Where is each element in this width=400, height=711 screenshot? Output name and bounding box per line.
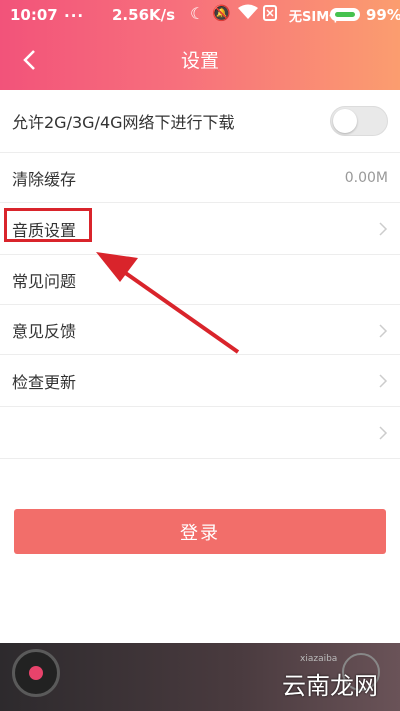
watermark-text: 云南龙网 (282, 672, 378, 700)
chevron-right-icon (379, 324, 388, 338)
moon-icon: ☾ (190, 4, 205, 23)
settings-item-label: 检查更新 (12, 372, 77, 392)
title-bar: 设置 (0, 30, 400, 90)
annotation-arrow (96, 252, 240, 354)
notification-dots: ... (64, 3, 85, 21)
chevron-right-icon (379, 374, 388, 388)
annotation-highlight-box (4, 208, 92, 242)
network-speed: 2.56K/s (112, 6, 176, 24)
status-time: 10:07 (10, 6, 58, 24)
login-button[interactable]: 登录 (14, 509, 386, 554)
battery-icon (330, 8, 360, 21)
mute-icon: 🔕 (212, 4, 231, 22)
toggle-knob (333, 109, 357, 133)
settings-item-label: 清除缓存 (12, 169, 77, 189)
chevron-right-icon (379, 222, 388, 236)
settings-item-mobile-download[interactable]: 允许2G/3G/4G网络下进行下载 (0, 90, 400, 153)
wifi-icon (238, 4, 258, 24)
page-title: 设置 (180, 50, 219, 72)
album-disc-icon[interactable] (12, 649, 60, 697)
settings-item-label: 意见反馈 (12, 321, 77, 341)
settings-item-check-update[interactable]: 检查更新 (0, 355, 400, 407)
status-bar: 10:07 ... 2.56K/s ☾ 🔕 无SIM卡 99% (0, 0, 400, 30)
settings-item-clear-cache[interactable]: 清除缓存 0.00M (0, 153, 400, 203)
settings-item-about[interactable] (0, 407, 400, 459)
settings-item-label: 常见问题 (12, 271, 77, 291)
cache-size: 0.00M (344, 169, 388, 186)
settings-item-label: 允许2G/3G/4G网络下进行下载 (12, 113, 235, 132)
watermark-url: xiazaiba (300, 654, 338, 664)
battery-percent: 99% (366, 6, 400, 24)
sim-signal-icon (262, 5, 280, 25)
mobile-download-toggle[interactable] (330, 106, 388, 136)
chevron-right-icon (379, 426, 388, 440)
